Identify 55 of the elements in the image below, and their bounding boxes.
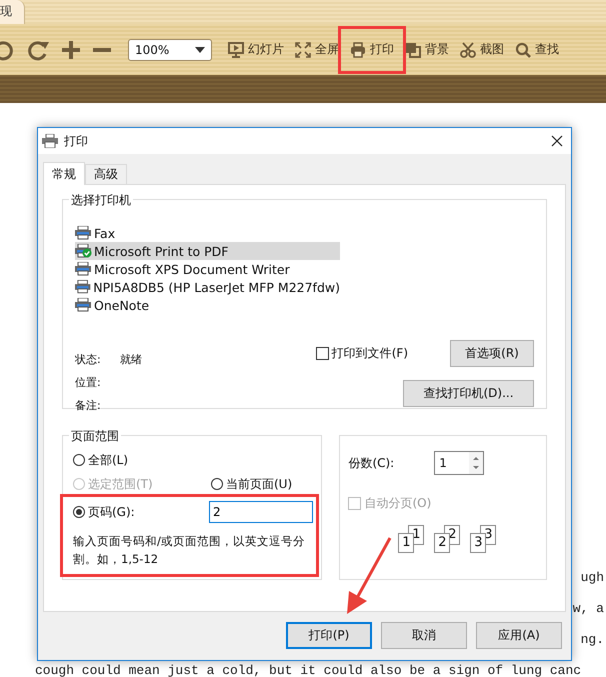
- dialog-button[interactable]: 应用(A): [476, 622, 562, 649]
- fullscreen-icon: [295, 42, 311, 58]
- group-title: 页面范围: [69, 428, 121, 445]
- toolbar-button[interactable]: 全屏: [294, 39, 340, 60]
- printer-icon: [75, 262, 92, 276]
- radio-button[interactable]: 全部(L): [73, 452, 171, 468]
- copies-spinner[interactable]: 1: [434, 451, 484, 475]
- find-printer-button[interactable]: 查找打印机(D)...: [403, 380, 534, 407]
- text-line: ng.: [580, 632, 604, 649]
- field-value: 就绪: [120, 352, 142, 368]
- dropdown-arrow-icon: [195, 46, 205, 52]
- printer-item[interactable]: OneNote: [75, 296, 340, 314]
- presentation-icon: [228, 42, 244, 58]
- search-icon: [515, 42, 531, 58]
- field-label: 份数(C):: [348, 454, 394, 472]
- printer-icon: [75, 298, 92, 312]
- printer-icon: [350, 42, 366, 58]
- printer-item[interactable]: NPI5A8DB5 (HP LaserJet MFP M227fdw): [75, 278, 340, 296]
- window-title: 打印: [64, 132, 89, 150]
- printer-item[interactable]: Microsoft XPS Document Writer: [75, 260, 340, 278]
- field-label: 备注:: [75, 398, 102, 414]
- page-number-field[interactable]: 2: [209, 501, 313, 523]
- annotation-box: [338, 26, 406, 74]
- printer-icon: [75, 226, 92, 240]
- radio-button[interactable]: 页码(G):: [73, 504, 169, 520]
- toolbar-button[interactable]: 幻灯片: [227, 39, 285, 60]
- toolbar-button[interactable]: 打印: [349, 39, 395, 60]
- hint-text: 输入页面号码和/或页面范围，以英文逗号分割。如，1,5-12: [73, 533, 306, 568]
- preferences-button[interactable]: 首选项(R): [450, 340, 534, 367]
- text-line: cough could mean just a cold, but it could also be a sign of lung canc: [35, 663, 582, 677]
- dialog-button[interactable]: 打印(P): [286, 622, 372, 649]
- toolbar-button[interactable]: 截图: [459, 39, 505, 60]
- toolbar-button[interactable]: 查找: [514, 39, 560, 60]
- close-icon[interactable]: [551, 135, 563, 147]
- group-title: 选择打印机: [69, 192, 133, 209]
- toolbar-button[interactable]: 背景: [404, 39, 450, 60]
- checkbox[interactable]: 打印到文件(F): [316, 345, 408, 362]
- printer-item[interactable]: Microsoft Print to PDF: [75, 242, 340, 260]
- radio-button[interactable]: 当前页面(U): [211, 476, 309, 492]
- tab[interactable]: 常规: [43, 162, 85, 185]
- printer-icon: [42, 134, 58, 148]
- dialog-button[interactable]: 取消: [381, 622, 467, 649]
- scissors-icon: [460, 42, 476, 58]
- tab[interactable]: 高级: [85, 164, 127, 184]
- spin-arrows-icon: [469, 452, 484, 474]
- printer-icon: [75, 280, 92, 294]
- default-printer-icon: [75, 244, 92, 258]
- text-line: w, a: [572, 601, 604, 618]
- app-tab[interactable]: 现: [0, 0, 25, 24]
- zoom-dropdown[interactable]: 100%: [128, 38, 212, 60]
- layers-icon: [405, 42, 421, 58]
- field-label: 状态:: [75, 352, 102, 368]
- printer-item[interactable]: Fax: [75, 224, 340, 242]
- field-label: 位置:: [75, 375, 102, 391]
- text-line: ugh: [580, 570, 604, 587]
